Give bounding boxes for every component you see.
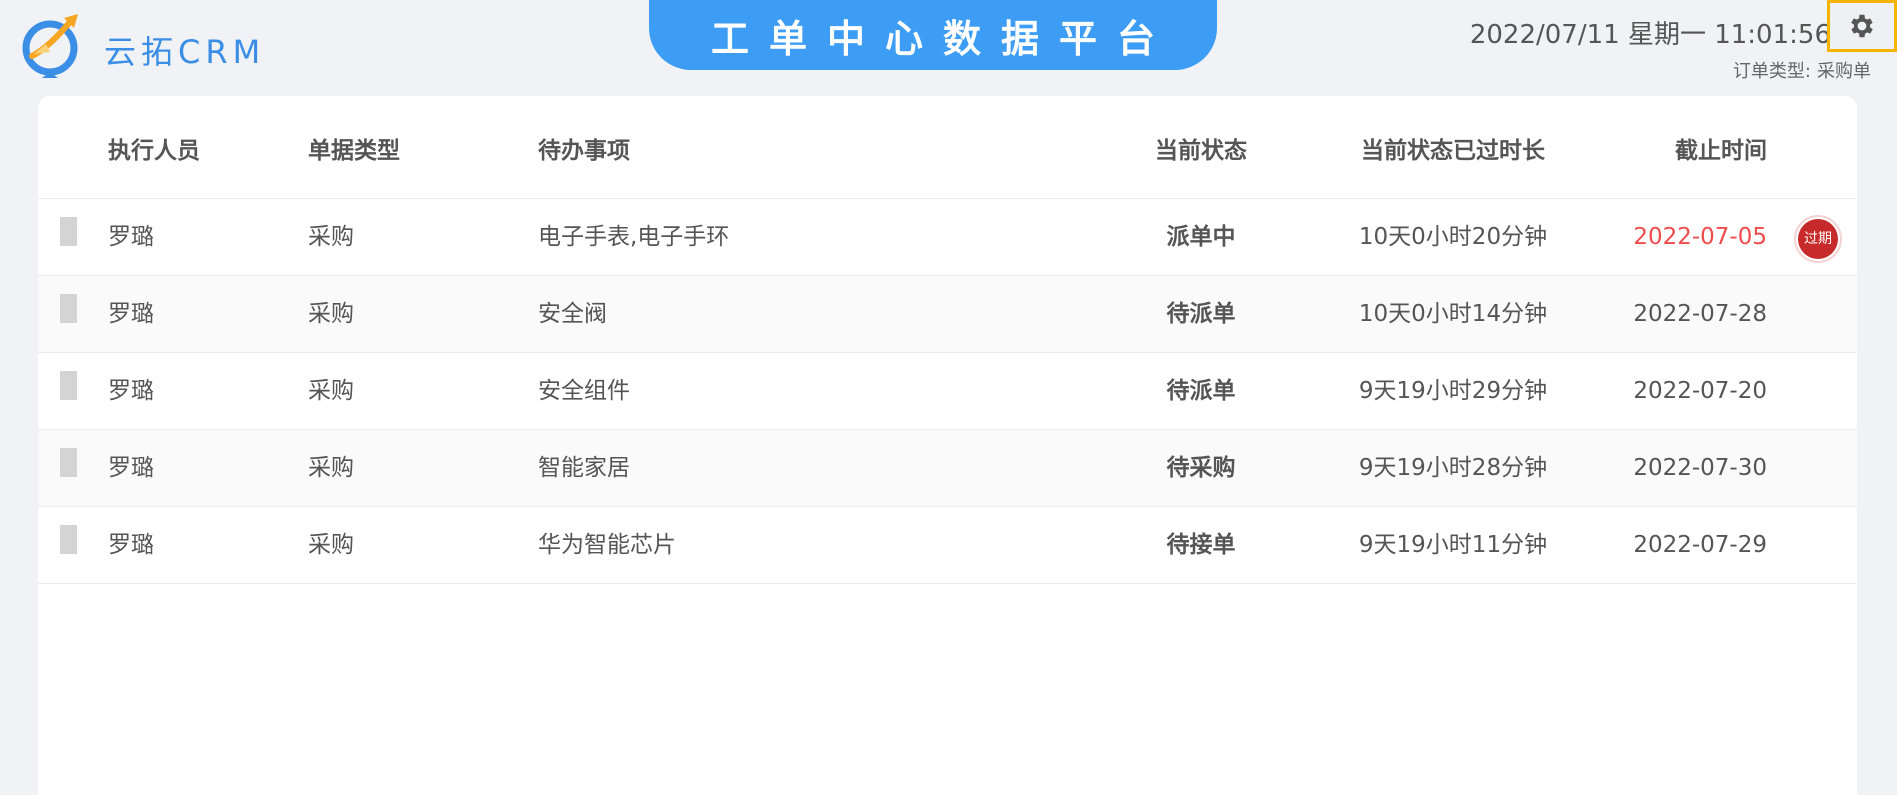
cell-duration: 9天19小时28分钟: [1358, 455, 1548, 481]
cell-status: 待接单: [1166, 532, 1236, 558]
gear-icon: [1851, 14, 1873, 38]
table-header-row: 执行人员 单据类型 待办事项 当前状态 当前状态已过时长 截止时间: [38, 96, 1857, 199]
cell-todo: 华为智能芯片: [538, 532, 676, 558]
cell-duration: 9天19小时11分钟: [1358, 532, 1548, 558]
cell-type: 采购: [308, 224, 354, 250]
column-header-duration: 当前状态已过时长: [1361, 138, 1545, 164]
cell-person: 罗璐: [108, 378, 154, 404]
overdue-badge: 过期: [1794, 215, 1842, 263]
column-header-deadline: 截止时间: [1675, 138, 1767, 164]
table-row[interactable]: 罗璐 采购 电子手表,电子手环 派单中 10天0小时20分钟 2022-07-0…: [38, 199, 1857, 276]
cell-person: 罗璐: [108, 532, 154, 558]
cell-person: 罗璐: [108, 224, 154, 250]
title-banner: 工单中心数据平台: [649, 0, 1217, 70]
row-marker: [60, 371, 77, 400]
column-header-todo: 待办事项: [538, 138, 630, 164]
row-marker: [60, 448, 77, 477]
table-row[interactable]: 罗璐 采购 智能家居 待采购 9天19小时28分钟 2022-07-30: [38, 430, 1857, 507]
table-row[interactable]: 罗璐 采购 安全组件 待派单 9天19小时29分钟 2022-07-20: [38, 353, 1857, 430]
overdue-badge-label: 过期: [1798, 219, 1838, 259]
cell-todo: 安全阀: [538, 301, 607, 327]
column-header-type: 单据类型: [308, 138, 400, 164]
settings-button[interactable]: [1827, 0, 1897, 52]
order-type-filter: 订单类型: 采购单: [1733, 57, 1871, 83]
column-header-person: 执行人员: [108, 138, 200, 164]
cell-status: 待派单: [1166, 378, 1236, 404]
page-title: 工单中心数据平台: [710, 16, 1175, 61]
cell-duration: 10天0小时14分钟: [1358, 301, 1548, 327]
cell-deadline: 2022-07-20: [1633, 378, 1767, 404]
order-type-label: 订单类型:: [1732, 61, 1811, 82]
cell-type: 采购: [308, 301, 354, 327]
cell-person: 罗璐: [108, 301, 154, 327]
cell-status: 待采购: [1166, 455, 1236, 481]
cell-todo: 智能家居: [538, 455, 630, 481]
order-type-value: 采购单: [1817, 61, 1871, 82]
cell-type: 采购: [308, 532, 354, 558]
table-row[interactable]: 罗璐 采购 华为智能芯片 待接单 9天19小时11分钟 2022-07-29: [38, 507, 1857, 584]
table-row[interactable]: 罗璐 采购 安全阀 待派单 10天0小时14分钟 2022-07-28: [38, 276, 1857, 353]
cell-status: 待派单: [1166, 301, 1236, 327]
brand-name: 云拓CRM: [104, 33, 266, 71]
cell-duration: 10天0小时20分钟: [1358, 224, 1548, 250]
cell-person: 罗璐: [108, 455, 154, 481]
row-marker: [60, 525, 77, 554]
app-root: 云拓CRM 工单中心数据平台 2022/07/11 星期一 11:01:56 订…: [0, 0, 1897, 795]
row-marker: [60, 217, 77, 246]
cell-status: 派单中: [1166, 224, 1236, 250]
cell-deadline: 2022-07-30: [1633, 455, 1767, 481]
cell-duration: 9天19小时29分钟: [1358, 378, 1548, 404]
work-order-table: 执行人员 单据类型 待办事项 当前状态 当前状态已过时长 截止时间 罗璐 采购 …: [38, 96, 1857, 795]
current-datetime: 2022/07/11 星期一 11:01:56: [1469, 20, 1831, 50]
row-marker: [60, 294, 77, 323]
cell-type: 采购: [308, 378, 354, 404]
column-header-status: 当前状态: [1155, 138, 1247, 164]
cell-deadline: 2022-07-05: [1633, 224, 1767, 250]
cell-deadline: 2022-07-29: [1633, 532, 1767, 558]
cell-todo: 安全组件: [538, 378, 630, 404]
cell-todo: 电子手表,电子手环: [538, 224, 730, 250]
cell-deadline: 2022-07-28: [1633, 301, 1767, 327]
brand-logo-icon: [22, 14, 78, 78]
cell-type: 采购: [308, 455, 354, 481]
